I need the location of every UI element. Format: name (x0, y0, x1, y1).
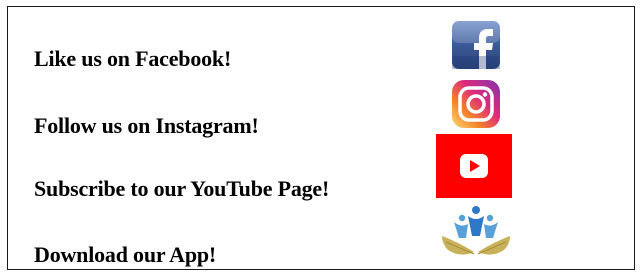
social-links-panel: Like us on Facebook! Follow us on Instag… (7, 6, 635, 270)
facebook-link-label[interactable]: Like us on Facebook! (34, 48, 231, 70)
facebook-icon[interactable] (451, 20, 501, 70)
instagram-icon[interactable] (449, 80, 503, 128)
app-logo-icon[interactable] (438, 202, 514, 264)
youtube-link-label[interactable]: Subscribe to our YouTube Page! (34, 178, 329, 200)
app-download-label[interactable]: Download our App! (34, 244, 216, 266)
instagram-link-label[interactable]: Follow us on Instagram! (34, 115, 259, 137)
youtube-icon[interactable] (436, 134, 512, 198)
